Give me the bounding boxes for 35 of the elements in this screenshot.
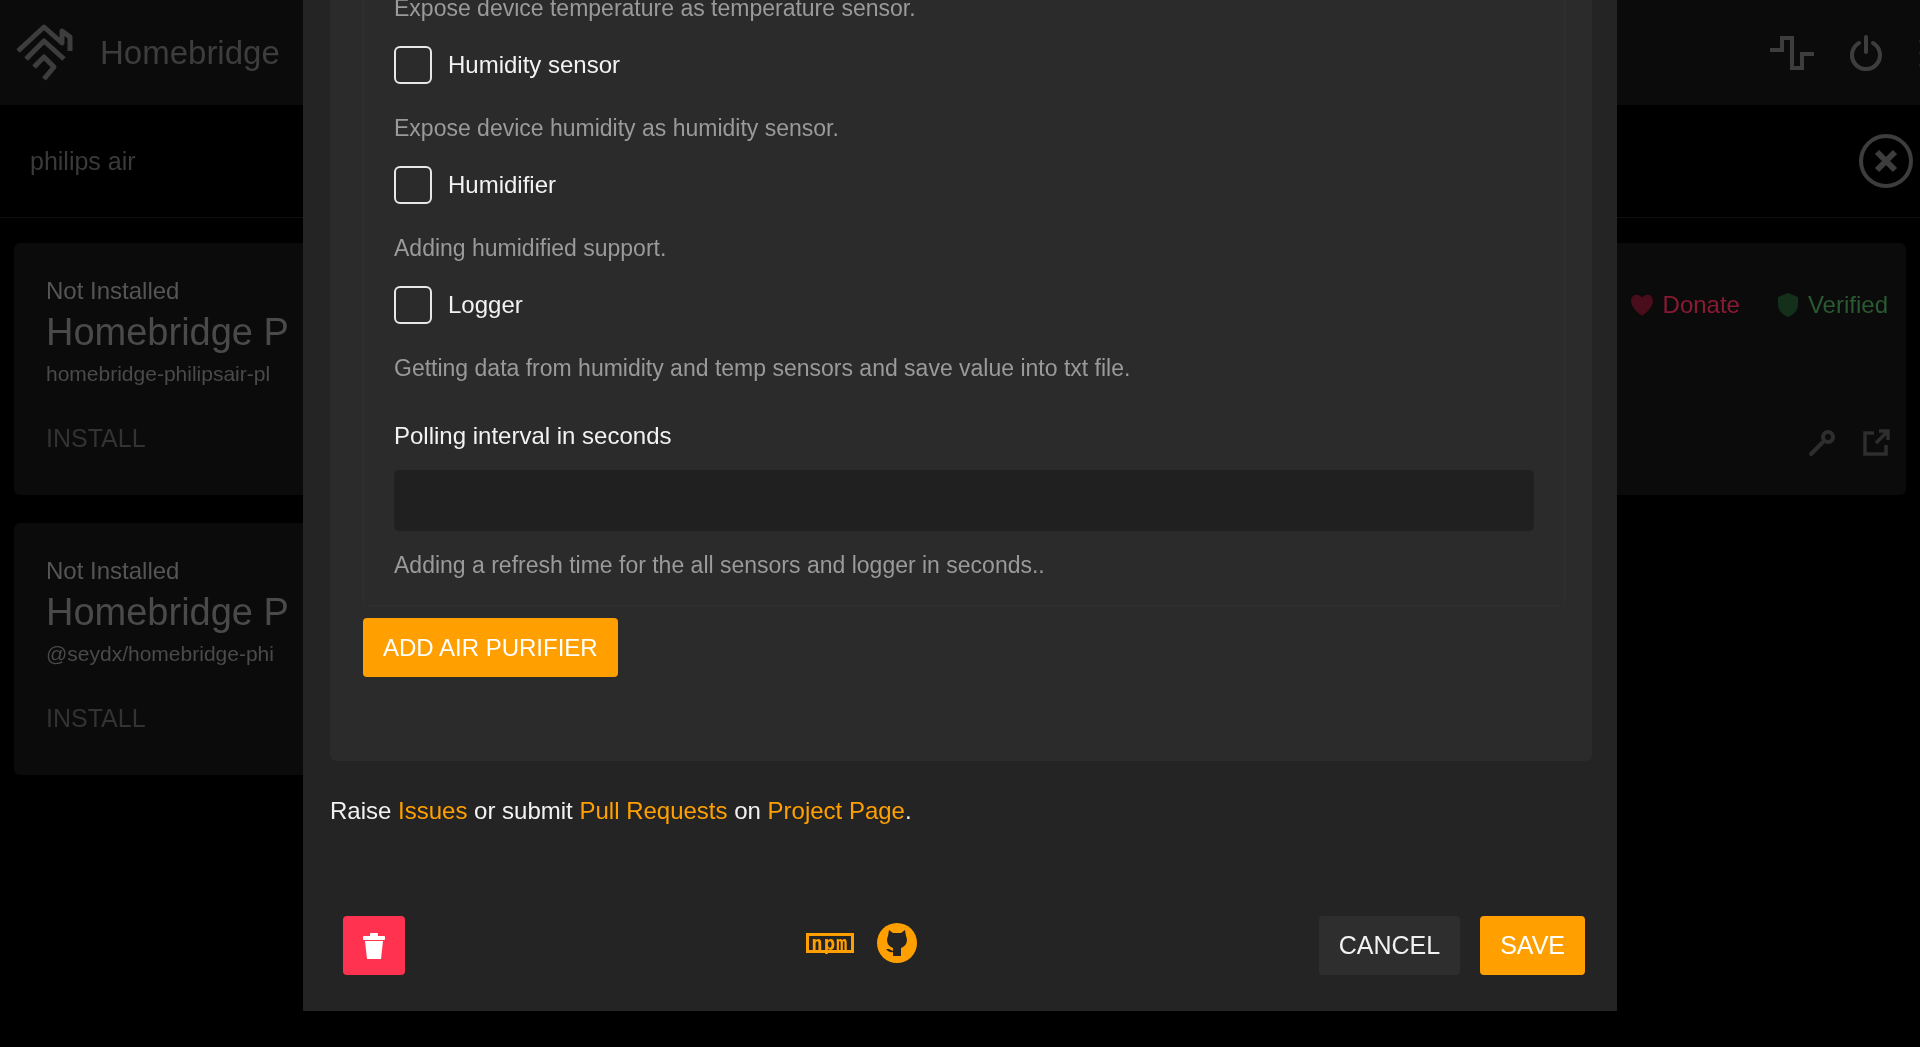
trash-icon bbox=[363, 932, 385, 959]
checkbox[interactable] bbox=[394, 286, 432, 324]
field-description: Expose device temperature as temperature sensor. bbox=[394, 0, 917, 22]
heart-icon bbox=[1628, 293, 1655, 317]
field-description: Adding a refresh time for the all sensors and logger in seconds.. bbox=[394, 551, 1046, 579]
wrench-icon[interactable] bbox=[1808, 429, 1836, 457]
github-icon[interactable] bbox=[875, 922, 918, 964]
checkbox-label[interactable]: Humidity sensor bbox=[448, 51, 621, 79]
delete-button[interactable] bbox=[343, 916, 405, 975]
npm-link[interactable]: npm bbox=[806, 933, 854, 953]
field-description: Adding humidified support. bbox=[394, 234, 668, 262]
external-link-icon[interactable] bbox=[1862, 429, 1890, 457]
cancel-button[interactable]: CANCEL bbox=[1318, 916, 1461, 975]
field-description: Expose device humidity as humidity sensor. bbox=[394, 114, 840, 142]
plugin-name: Homebridge P bbox=[46, 591, 289, 634]
field-description: Getting data from humidity and temp sensors and save value into txt file. bbox=[394, 354, 1132, 382]
close-icon[interactable] bbox=[1858, 133, 1914, 189]
checkbox-label[interactable]: Humidifier bbox=[448, 171, 557, 199]
link[interactable]: Pull Requests bbox=[579, 797, 728, 824]
link[interactable]: Issues bbox=[398, 797, 468, 824]
package-name: @seydx/homebridge-phi bbox=[46, 642, 274, 666]
checkbox[interactable] bbox=[394, 46, 432, 84]
field-label: Polling interval in seconds bbox=[394, 422, 673, 450]
help-text: Raise Issues or submit Pull Requests on Project Page. bbox=[330, 797, 913, 825]
pulse-icon[interactable] bbox=[1770, 35, 1814, 70]
plugin-status: Not Installed bbox=[46, 277, 180, 305]
checkbox-label[interactable]: Logger bbox=[448, 291, 523, 319]
checkbox[interactable] bbox=[394, 166, 432, 204]
shield-icon bbox=[1775, 292, 1800, 318]
plugin-name: Homebridge P bbox=[46, 311, 289, 354]
plugin-status: Not Installed bbox=[46, 557, 180, 585]
package-name: homebridge-philipsair-pl bbox=[46, 362, 271, 386]
link[interactable]: Project Page bbox=[767, 797, 905, 824]
power-icon[interactable] bbox=[1848, 34, 1884, 71]
verified-label: Verified bbox=[1807, 291, 1888, 319]
